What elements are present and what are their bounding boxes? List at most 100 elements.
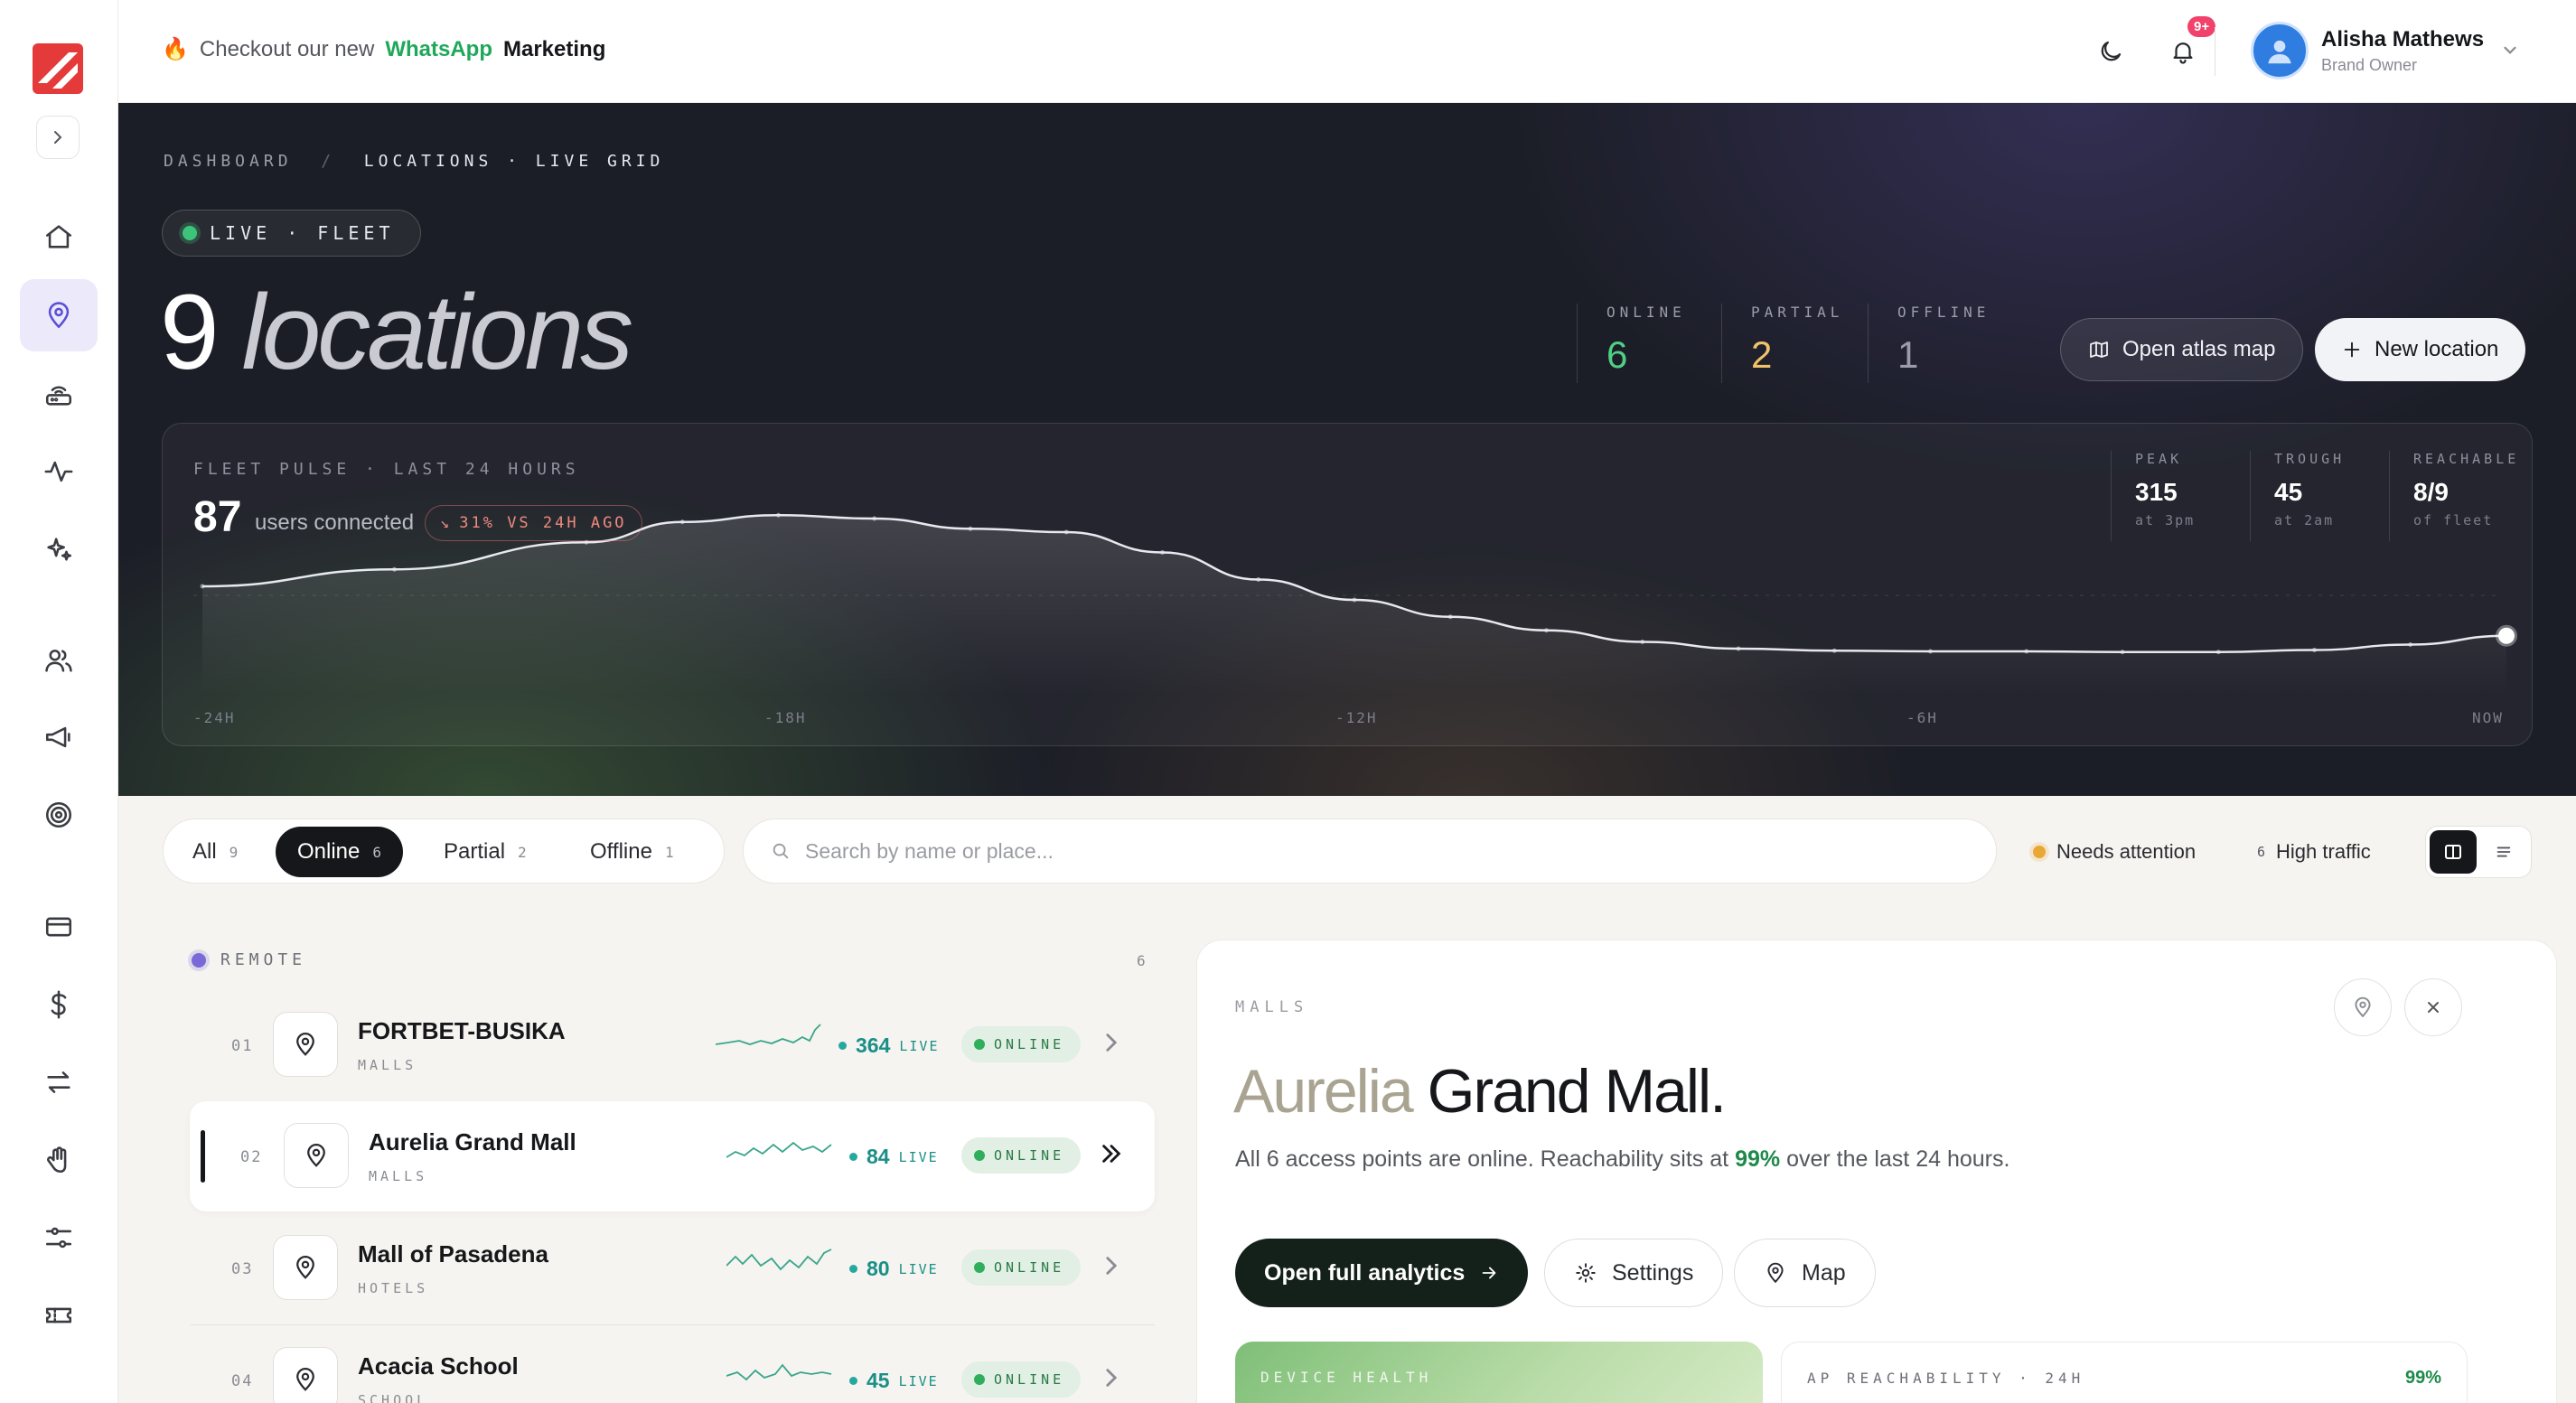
- ap-reachability-card[interactable]: AP REACHABILITY · 24H 99%: [1781, 1342, 2468, 1403]
- location-count: 9: [160, 273, 220, 392]
- pulse-point: [1352, 597, 1357, 603]
- segment-offline[interactable]: Offline 1: [568, 827, 696, 877]
- pulse-point: [1160, 550, 1165, 555]
- status-badge: ONLINE: [961, 1026, 1082, 1062]
- nav-payments[interactable]: [20, 968, 98, 1041]
- pulse-point: [2120, 650, 2125, 655]
- pulse-point: [2312, 648, 2317, 652]
- nav-transfers[interactable]: [20, 1046, 98, 1118]
- device-health-card[interactable]: DEVICE HEALTH: [1235, 1342, 1763, 1403]
- needs-attention-filter[interactable]: Needs attention: [2017, 828, 2212, 876]
- breadcrumb-root[interactable]: DASHBOARD: [164, 152, 293, 171]
- chevron-right-icon: [54, 131, 62, 144]
- chevrons-right-icon[interactable]: [1099, 1141, 1124, 1166]
- chevron-right-icon[interactable]: [1099, 1030, 1124, 1055]
- nav-targets[interactable]: [20, 779, 98, 851]
- fleet-pulse-card: FLEET PULSE · LAST 24 HOURS 87 users con…: [162, 423, 2533, 746]
- high-traffic-filter[interactable]: 6 High traffic: [2241, 828, 2387, 876]
- pulse-point: [776, 512, 781, 518]
- map-pin-icon: [2355, 996, 2371, 1018]
- row-index: 04: [231, 1372, 254, 1390]
- pulse-delta-label: 31% VS 24H AGO: [459, 514, 627, 532]
- breadcrumb-current: LOCATIONS · LIVE GRID: [363, 152, 665, 171]
- pulse-point: [1447, 614, 1453, 620]
- nav-tickets[interactable]: [20, 1279, 98, 1352]
- segment-online[interactable]: Online 6: [276, 827, 404, 877]
- nav-activity[interactable]: [20, 435, 98, 508]
- status-dot: [974, 1039, 985, 1050]
- location-row[interactable]: 01 FORTBET-BUSIKA MALLS 364 LIVE ONLINE: [190, 990, 1155, 1100]
- promo-suffix: Marketing: [503, 36, 606, 61]
- nav-filters[interactable]: [20, 1202, 98, 1274]
- status-label: ONLINE: [994, 1036, 1065, 1052]
- location-row-selected[interactable]: 02 Aurelia Grand Mall MALLS 84 LIVE ONLI…: [190, 1101, 1155, 1211]
- locate-button[interactable]: [2334, 978, 2392, 1036]
- pulse-point: [392, 566, 397, 572]
- plus-icon: [2344, 341, 2360, 358]
- chevron-right-icon[interactable]: [1099, 1253, 1124, 1278]
- sidebar-expand-button[interactable]: [36, 116, 80, 159]
- row-live-unit: LIVE: [898, 1372, 939, 1389]
- map-icon: [2090, 341, 2108, 358]
- open-atlas-map-label: Open atlas map: [2122, 337, 2276, 361]
- row-category: HOTELS: [358, 1280, 429, 1296]
- split-view-button[interactable]: [2430, 830, 2477, 874]
- search-input[interactable]: [805, 838, 1980, 864]
- sidebar: [0, 0, 118, 1403]
- location-row[interactable]: 03 Mall of Pasadena HOTELS 80 LIVE ONLIN…: [190, 1213, 1155, 1323]
- settings-label: Settings: [1612, 1259, 1694, 1286]
- segment-all[interactable]: All 9: [171, 827, 259, 877]
- notifications-button[interactable]: 9+: [2162, 16, 2216, 72]
- close-detail-button[interactable]: [2404, 978, 2462, 1036]
- live-dot: [849, 1265, 857, 1273]
- arrow-right-icon: [1482, 1267, 1496, 1279]
- location-row[interactable]: 04 Acacia School SCHOOL 45 LIVE ONLINE: [190, 1325, 1155, 1403]
- avatar[interactable]: [2251, 22, 2309, 80]
- nav-ai[interactable]: [20, 513, 98, 585]
- nav-locations[interactable]: [20, 279, 98, 351]
- chevron-down-icon[interactable]: [2500, 40, 2520, 60]
- nav-users[interactable]: [20, 624, 98, 697]
- axis-tick-label: -12H: [1335, 709, 1378, 726]
- stat-partial-value: 2: [1751, 333, 1773, 376]
- brand-logo[interactable]: [33, 43, 83, 94]
- selection-indicator: [201, 1130, 205, 1183]
- open-full-analytics-button[interactable]: Open full analytics: [1235, 1239, 1529, 1307]
- search-bar: [743, 818, 1997, 884]
- segment-partial[interactable]: Partial 2: [422, 827, 548, 877]
- list-view-button[interactable]: [2480, 830, 2527, 874]
- top-bar: 🔥 Checkout our new WhatsApp Marketing 9+…: [118, 0, 2576, 103]
- user-name[interactable]: Alisha Mathews: [2321, 27, 2484, 52]
- segment-partial-count: 2: [518, 843, 527, 861]
- nav-billing[interactable]: [20, 891, 98, 963]
- nav-home[interactable]: [20, 201, 98, 273]
- pulse-point: [1831, 648, 1837, 653]
- target-icon: [45, 801, 72, 828]
- axis-tick-label: -6H: [1906, 709, 1938, 726]
- user-role: Brand Owner: [2321, 56, 2418, 74]
- promo-brand[interactable]: WhatsApp: [385, 37, 492, 62]
- row-sparkline: [726, 1363, 832, 1381]
- map-button[interactable]: Map: [1734, 1239, 1876, 1307]
- pulse-now-point[interactable]: [2496, 624, 2517, 647]
- nav-router[interactable]: [20, 358, 98, 430]
- segment-online-label: Online: [297, 839, 361, 864]
- live-dot: [838, 1042, 847, 1050]
- open-atlas-map-button[interactable]: Open atlas map: [2060, 318, 2304, 381]
- status-badge: ONLINE: [961, 1249, 1082, 1286]
- nav-campaigns[interactable]: [20, 701, 98, 773]
- settings-button[interactable]: Settings: [1544, 1239, 1724, 1307]
- axis-tick-label: -24H: [193, 709, 236, 726]
- location-detail-panel: MALLS Aurelia Grand Mall. All 6 access p…: [1196, 940, 2557, 1403]
- promo-banner[interactable]: 🔥 Checkout our new WhatsApp Marketing: [162, 36, 605, 62]
- segment-offline-label: Offline: [590, 839, 652, 864]
- nav-gestures[interactable]: [20, 1124, 98, 1196]
- pulse-point: [1928, 649, 1933, 654]
- desc-pct: 99%: [1735, 1146, 1781, 1172]
- status-label: ONLINE: [994, 1259, 1065, 1276]
- pulse-stat-peak: PEAK 315 at 3pm: [2111, 451, 2195, 541]
- new-location-button[interactable]: New location: [2315, 318, 2526, 381]
- pulse-unit: users connected: [255, 510, 415, 535]
- theme-toggle-button[interactable]: [2090, 31, 2131, 72]
- chevron-right-icon[interactable]: [1099, 1365, 1124, 1390]
